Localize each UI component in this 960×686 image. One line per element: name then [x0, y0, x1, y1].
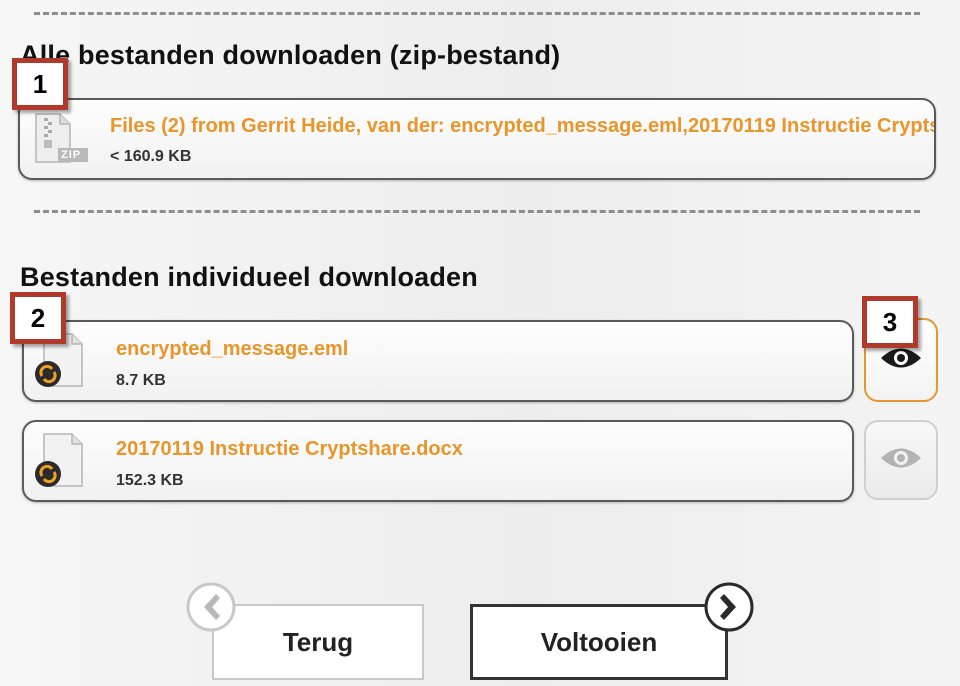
callout-2: 2: [10, 292, 66, 344]
file-item-instructie-docx[interactable]: 20170119 Instructie Cryptshare.docx 152.…: [22, 420, 854, 502]
divider-middle: [34, 210, 920, 213]
zip-file-icon: ZIP: [30, 110, 92, 173]
zip-download-item[interactable]: ZIP Files (2) from Gerrit Heide, van der…: [18, 98, 936, 180]
encrypted-file-icon: [32, 430, 92, 495]
zip-icon-label: ZIP: [61, 149, 82, 161]
file-name: encrypted_message.eml: [116, 338, 349, 360]
chevron-left-icon[interactable]: [186, 582, 236, 632]
zip-section-title: Alle bestanden downloaden (zip-bestand): [20, 40, 561, 70]
finish-button[interactable]: Voltooien: [470, 604, 728, 680]
zip-file-size: < 160.9 KB: [110, 148, 192, 165]
file-size: 8.7 KB: [116, 372, 166, 389]
chevron-right-icon[interactable]: [704, 582, 754, 632]
divider-top: [34, 12, 920, 15]
callout-1: 1: [12, 58, 68, 110]
file-size: 152.3 KB: [116, 472, 184, 489]
back-button[interactable]: Terug: [212, 604, 424, 680]
back-button-label: Terug: [282, 626, 354, 657]
individual-section-title: Bestanden individueel downloaden: [20, 262, 478, 292]
file-name: 20170119 Instructie Cryptshare.docx: [116, 438, 463, 460]
zip-file-name: Files (2) from Gerrit Heide, van der: en…: [110, 115, 934, 137]
preview-button-instructie-docx[interactable]: [864, 420, 938, 500]
file-item-encrypted-message[interactable]: encrypted_message.eml 8.7 KB: [22, 320, 854, 402]
finish-button-label: Voltooien: [540, 626, 658, 657]
eye-icon: [879, 445, 923, 476]
eye-icon: [879, 345, 923, 376]
callout-3: 3: [862, 296, 918, 348]
